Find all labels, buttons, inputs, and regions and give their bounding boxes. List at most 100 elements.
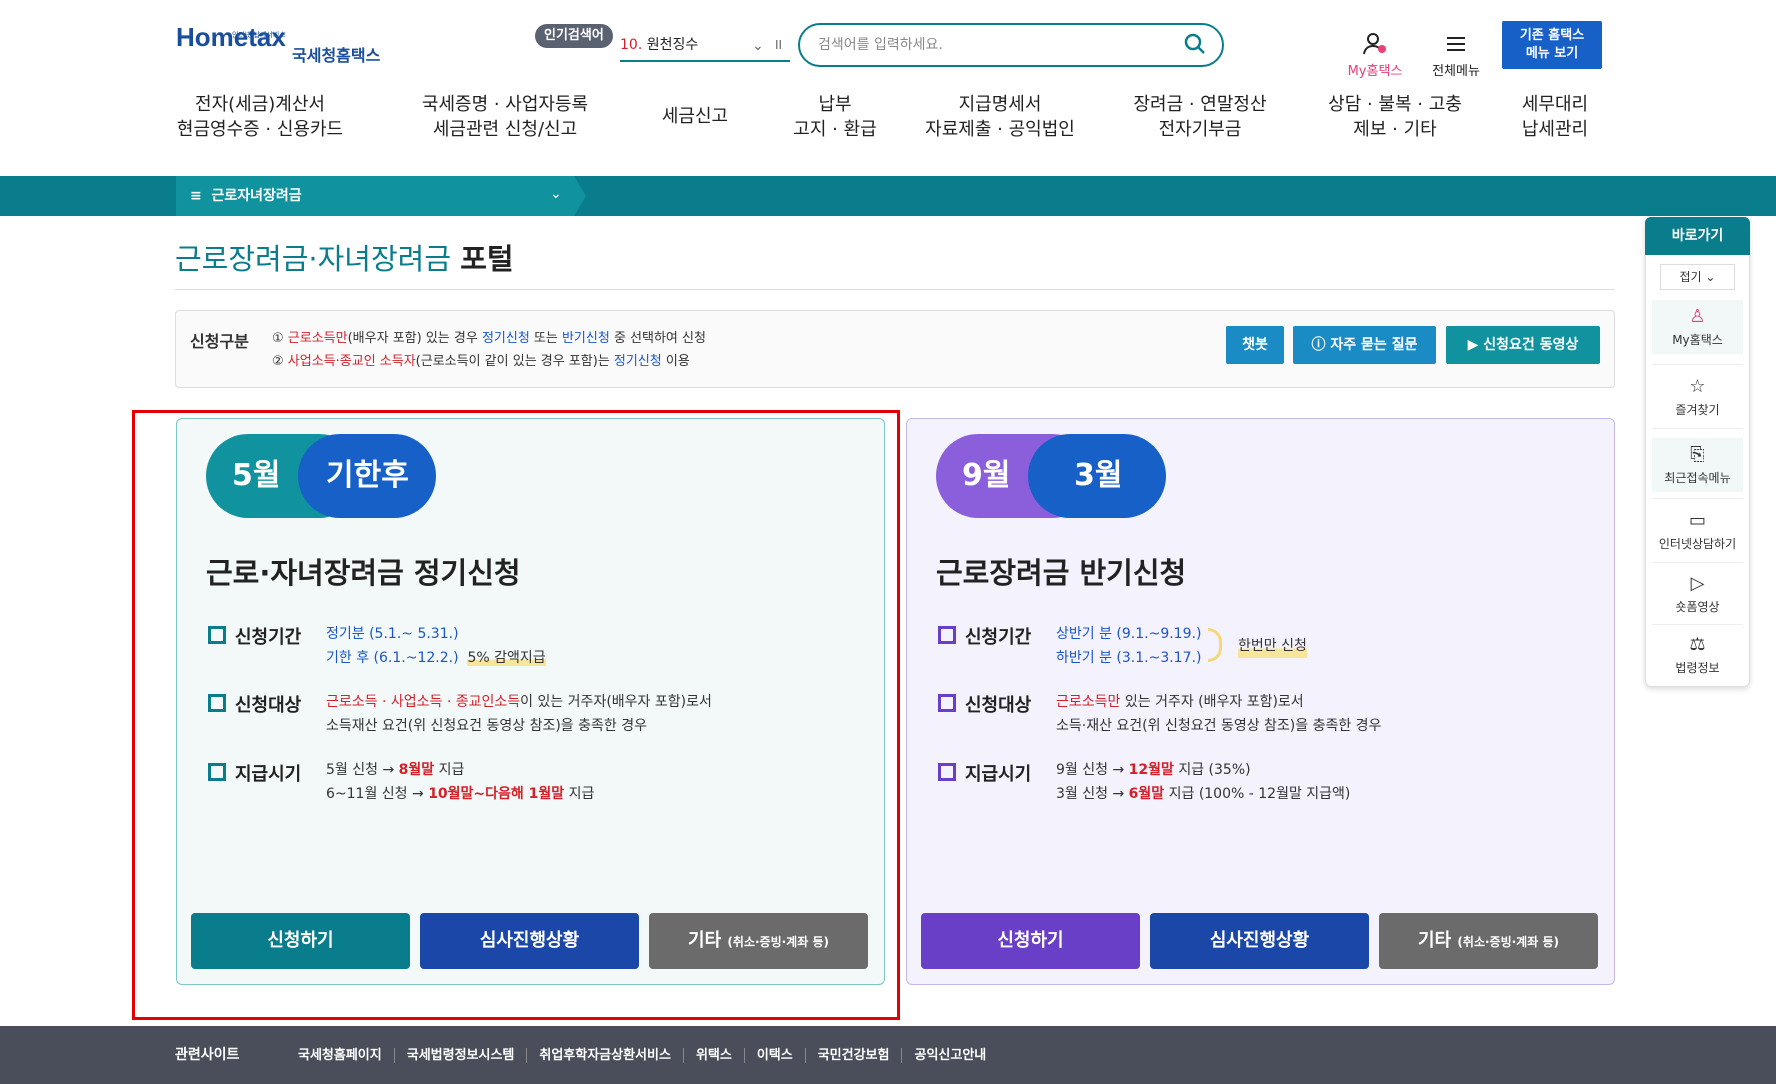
side-item-shortform[interactable]: ▷ 숏폼영상	[1652, 573, 1743, 615]
t: 반기신청	[561, 331, 610, 346]
nav-item-tax-report[interactable]: 세금신고	[645, 104, 745, 129]
nav-line2: 전자기부금	[1158, 119, 1242, 140]
nav-item-einvoice[interactable]: 전자(세금)계산서 현금영수증 · 신용카드	[175, 92, 345, 142]
nav-item-consult[interactable]: 상담 · 불복 · 고충 제보 · 기타	[1315, 92, 1475, 142]
footer-link[interactable]: 이택스	[744, 1048, 806, 1063]
side-item-favorites[interactable]: ☆ 즐겨찾기	[1652, 376, 1743, 418]
video-button[interactable]: ▶ 신청요건 동영상	[1446, 326, 1600, 364]
fold-button[interactable]: 접기 ⌄	[1660, 264, 1735, 290]
info-line-1: ① 근로소득만(배우자 포함) 있는 경우 정기신청 또는 반기신청 중 선택하…	[272, 327, 706, 346]
chevron-down-icon[interactable]: ⌄	[752, 38, 764, 54]
legacy-line1: 기존 홈택스	[1519, 28, 1585, 43]
period-2: 하반기 분 (3.1.~3.17.)	[1056, 650, 1202, 666]
target-label: 신청대상	[965, 695, 1032, 716]
nav-item-statement[interactable]: 지급명세서 자료제출 · 공익법인	[920, 92, 1080, 142]
period-label: 신청기간	[965, 627, 1032, 648]
quick-links-title: 바로가기	[1645, 217, 1750, 255]
breadcrumb-label: 근로자녀장려금	[211, 188, 302, 204]
side-item-consult[interactable]: ▭ 인터넷상담하기	[1652, 510, 1743, 552]
t: 3월 신청 →	[1056, 786, 1129, 802]
footer-link[interactable]: 국세청홈페이지	[298, 1048, 395, 1063]
footer-link[interactable]: 국세법령정보시스템	[394, 1048, 528, 1063]
pay-label: 지급시기	[965, 764, 1032, 785]
my-hometax-button[interactable]: My홈택스	[1343, 32, 1407, 79]
hometax-logo[interactable]: Hometax 인터넷 납세서비스 국세청홈택스	[176, 22, 396, 68]
nav-line2: 고지 · 환급	[793, 119, 877, 140]
side-item-law[interactable]: ⚖ 법령정보	[1652, 634, 1743, 676]
breadcrumb[interactable]: ≡ 근로자녀장려금	[190, 185, 302, 205]
search-icon[interactable]	[1183, 32, 1207, 56]
t: 6월말	[1128, 786, 1165, 802]
etc-label: 기타	[1418, 930, 1452, 951]
nav-line1: 납부	[818, 94, 852, 115]
related-sites-links: 국세청홈페이지 국세법령정보시스템 취업후학자금상환서비스 위택스 이택스 국민건강보험 공…	[298, 1044, 998, 1063]
t: 근로소득만	[287, 331, 348, 346]
popular-search-item[interactable]: 10. 원천징수	[620, 32, 790, 62]
faq-button[interactable]: ⓘ 자주 묻는 질문	[1293, 326, 1436, 364]
pill-label-sep: 9월	[962, 458, 1011, 493]
recent-menu-icon: ⎘	[1690, 444, 1705, 465]
all-menu-label: 전체메뉴	[1432, 64, 1480, 79]
pill-label-mar: 3월	[1074, 458, 1123, 493]
my-hometax-label: My홈택스	[1347, 64, 1403, 79]
nav-item-incentive[interactable]: 장려금 · 연말정산전자기부금	[1125, 92, 1275, 142]
legacy-menu-button[interactable]: 기존 홈택스 메뉴 보기	[1502, 21, 1602, 69]
application-type-label: 신청구분	[190, 332, 249, 351]
nav-line2: 세금관련 신청/신고	[432, 119, 578, 140]
footer-link[interactable]: 위택스	[683, 1048, 745, 1063]
footer-link[interactable]: 국민건강보험	[805, 1048, 903, 1063]
nav-line1: 세무대리	[1521, 94, 1589, 115]
nav-line1: 장려금 · 연말정산	[1133, 94, 1267, 115]
user-icon	[1363, 33, 1386, 55]
apply-button[interactable]: 신청하기	[921, 913, 1140, 969]
nav-item-certificate[interactable]: 국세증명 · 사업자등록 세금관련 신청/신고	[415, 92, 595, 142]
target-values: 근로소득만 있는 거주자 (배우자 포함)로서 소득·재산 요건(위 신청요건 …	[1056, 690, 1381, 738]
etc-button[interactable]: 기타 (취소·증빙·계좌 등)	[1379, 913, 1598, 969]
page-title-suffix: 포털	[460, 242, 514, 276]
side-label: 최근접속메뉴	[1664, 471, 1731, 485]
chevron-down-icon[interactable]: ⌄	[550, 186, 562, 202]
side-item-recent[interactable]: ⎘ 최근접속메뉴	[1652, 438, 1743, 492]
side-label: 인터넷상담하기	[1658, 537, 1737, 551]
t: 정기신청	[613, 354, 662, 369]
t: ②	[272, 354, 288, 369]
question-icon: ⓘ	[1311, 337, 1326, 353]
pay-values: 9월 신청 → 12월말 지급 (35%) 3월 신청 → 6월말 지급 (10…	[1056, 758, 1350, 806]
info-line-2: ② 사업소득·종교인 소득자(근로소득이 같이 있는 경우 포함)는 정기신청 …	[272, 350, 690, 369]
side-label: 즐겨찾기	[1675, 403, 1720, 417]
t: 이용	[661, 354, 690, 369]
nav-item-agent[interactable]: 세무대리납세관리	[1505, 92, 1605, 142]
t: (배우자 포함) 있는 경우	[347, 331, 482, 346]
logo-name: 국세청홈택스	[292, 46, 381, 65]
chatbot-button[interactable]: 챗봇	[1226, 326, 1284, 364]
nav-line2: 납세관리	[1521, 119, 1589, 140]
period-values: 상반기 분 (9.1.~9.19.) 하반기 분 (3.1.~3.17.)	[1056, 622, 1201, 670]
target-red: 근로소득만	[1056, 694, 1121, 710]
t: 중 선택하여 신청	[609, 331, 706, 346]
gavel-icon: ⚖	[1689, 634, 1706, 655]
menu-icon: ≡	[190, 188, 202, 204]
divider	[1652, 364, 1743, 365]
footer-link[interactable]: 공익신고안내	[902, 1048, 998, 1063]
side-item-my-hometax[interactable]: ♙ My홈택스	[1652, 300, 1743, 354]
logo-tagline: 인터넷 납세서비스	[232, 31, 286, 39]
page-title-main: 근로장려금·자녀장려금	[175, 242, 452, 276]
footer-link[interactable]: 취업후학자금상환서비스	[527, 1048, 684, 1063]
side-label: My홈택스	[1672, 333, 1723, 347]
related-sites-label: 관련사이트	[175, 1047, 240, 1063]
search-input[interactable]: 검색어를 입력하세요.	[798, 23, 1224, 67]
nav-item-payment[interactable]: 납부고지 · 환급	[775, 92, 895, 142]
hamburger-icon	[1447, 37, 1465, 51]
nav-line2: 제보 · 기타	[1353, 119, 1437, 140]
t: 사업소득·종교인 소득자	[287, 354, 416, 369]
all-menu-button[interactable]: 전체메뉴	[1422, 32, 1490, 79]
nav-line1: 세금신고	[661, 106, 729, 127]
popular-search-badge: 인기검색어	[535, 24, 613, 48]
play-icon: ▷	[1690, 573, 1705, 594]
checkbox-square-icon	[938, 626, 956, 644]
review-status-button[interactable]: 심사진행상황	[1150, 913, 1369, 969]
card-title: 근로장려금 반기신청	[936, 556, 1187, 590]
checkbox-square-icon	[938, 763, 956, 781]
divider	[1652, 428, 1743, 429]
pause-icon[interactable]: II	[775, 38, 782, 52]
